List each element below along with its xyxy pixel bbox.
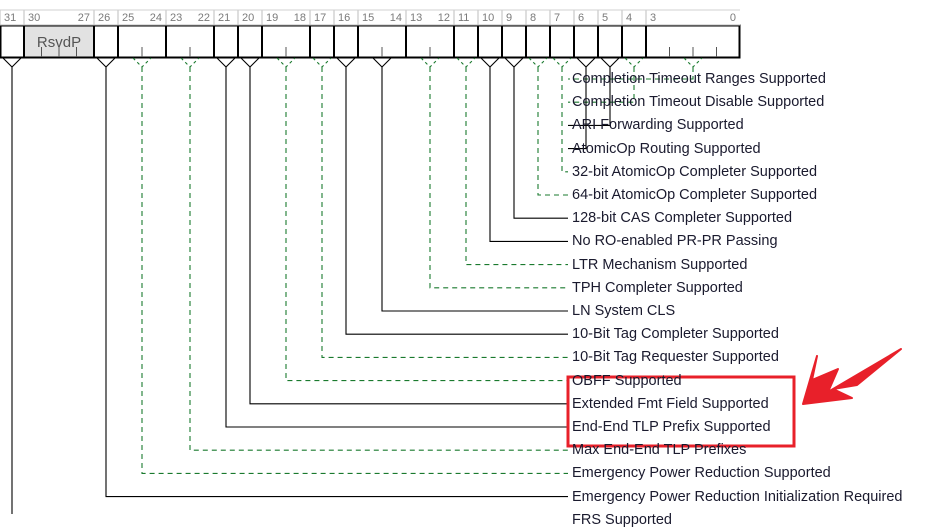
leader-notch	[336, 57, 356, 68]
bit-number-low: 22	[197, 12, 210, 24]
bit-number-high: 9	[506, 12, 513, 24]
field-label: 10-Bit Tag Requester Supported	[572, 349, 779, 366]
leader-notch	[132, 57, 152, 68]
leader-notch	[600, 57, 620, 68]
field-label: OBFF Supported	[572, 372, 682, 389]
bit-number-high: 11	[458, 12, 470, 24]
leader-line	[189, 67, 568, 451]
bit-number-high: 21	[218, 12, 231, 24]
leader-line	[381, 67, 568, 312]
leader-notch	[528, 57, 548, 68]
register-box-outline	[0, 24, 741, 59]
field-label: Emergency Power Reduction Supported	[572, 465, 831, 482]
bit-number-low: 24	[149, 12, 162, 24]
leader-notch	[480, 57, 500, 68]
reserved-field-label: RsvdP	[36, 34, 82, 51]
bit-number-high: 30	[28, 12, 41, 24]
bit-number-high: 3	[650, 12, 657, 24]
bit-number-high: 15	[362, 12, 375, 24]
field-label: 10-Bit Tag Completer Supported	[572, 326, 779, 343]
leader-notch	[683, 57, 703, 68]
bit-number-high: 5	[602, 12, 609, 24]
leader-line	[429, 67, 568, 289]
bit-number-high: 10	[482, 12, 495, 24]
bit-number-high: 31	[4, 12, 17, 24]
bit-number-low: 0	[729, 12, 736, 24]
bit-number-high: 8	[530, 12, 537, 24]
leader-notch	[456, 57, 476, 68]
callout-arrow-icon	[802, 348, 902, 405]
leader-notch	[180, 57, 200, 68]
bit-number-low: 27	[77, 12, 90, 24]
leader-notch	[504, 57, 524, 68]
field-label: LTR Mechanism Supported	[572, 256, 748, 273]
field-label: Completion Timeout Ranges Supported	[572, 71, 826, 87]
field-label: ARI Forwarding Supported	[572, 117, 744, 134]
field-label: Max End-End TLP Prefixes	[572, 442, 747, 459]
leader-line	[561, 67, 568, 173]
field-label: End-End TLP Prefix Supported	[572, 419, 771, 435]
leader-line	[321, 67, 568, 358]
leader-notch	[276, 57, 296, 68]
bit-number-high: 6	[578, 12, 585, 24]
bit-number-high: 25	[122, 12, 135, 24]
bit-number-high: 16	[338, 12, 351, 24]
field-label: No RO-enabled PR-PR Passing	[572, 233, 778, 250]
field-label: 64-bit AtomicOp Completer Supported	[572, 187, 818, 203]
leader-line	[11, 67, 13, 514]
bit-number-high: 23	[170, 12, 183, 24]
field-label: FRS Supported	[572, 511, 672, 528]
field-label: LN System CLS	[572, 303, 676, 319]
leader-notch	[216, 57, 236, 68]
bit-number-high: 7	[554, 12, 561, 24]
bit-number-high: 19	[266, 12, 279, 24]
bit-number-low: 12	[437, 12, 450, 24]
leader-line	[141, 67, 568, 474]
leader-notch	[2, 57, 22, 68]
field-label: 128-bit CAS Completer Supported	[572, 210, 793, 227]
leader-notch	[552, 57, 572, 68]
leader-notch	[240, 57, 260, 68]
field-label: AtomicOp Routing Supported	[572, 140, 761, 157]
leader-notch	[372, 57, 392, 68]
leader-notch	[624, 57, 644, 68]
bit-number-high: 17	[314, 12, 327, 24]
bit-number-high: 4	[626, 12, 633, 24]
leader-line	[489, 67, 568, 242]
leader-line	[225, 67, 568, 428]
leader-line	[345, 67, 568, 335]
leader-line	[537, 67, 568, 196]
bit-number-high: 26	[98, 12, 111, 24]
field-label: Emergency Power Reduction Initialization…	[572, 488, 903, 505]
leader-line	[105, 67, 568, 498]
field-label: TPH Completer Supported	[572, 279, 743, 296]
leader-notch	[420, 57, 440, 68]
field-label: Completion Timeout Disable Supported	[572, 94, 825, 111]
leader-line	[285, 67, 568, 382]
leader-notch	[576, 57, 596, 68]
bit-number-low: 18	[293, 12, 306, 24]
bit-number-high: 13	[410, 12, 423, 24]
leader-line	[249, 67, 568, 405]
leader-line	[465, 67, 568, 266]
leader-notch	[312, 57, 332, 68]
bit-number-low: 14	[389, 12, 402, 24]
leader-notch	[96, 57, 116, 68]
bit-number-high: 20	[242, 12, 255, 24]
field-label: 32-bit AtomicOp Completer Supported	[572, 163, 818, 180]
field-label: Extended Fmt Field Supported	[572, 395, 769, 412]
